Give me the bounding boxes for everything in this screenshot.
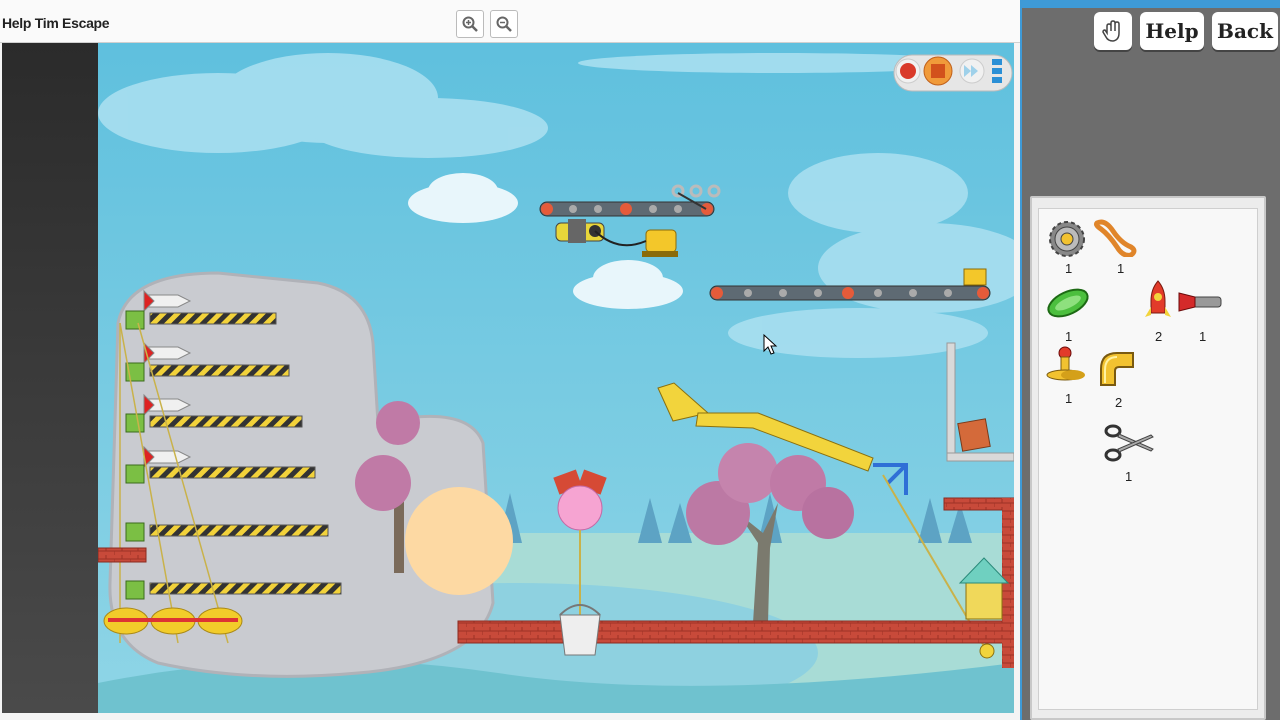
part-count: 1: [1065, 261, 1073, 276]
speed-bars-icon: [992, 59, 1002, 83]
part-flashlight[interactable]: 1: [1175, 279, 1235, 344]
stop-button: [923, 56, 953, 86]
small-brick-ledge: [98, 547, 147, 563]
conveyor-right: [709, 285, 991, 301]
part-count: 1: [1199, 329, 1207, 344]
part-rope[interactable]: 1: [1091, 217, 1151, 276]
rocket-icon: [1145, 280, 1171, 317]
bellows-icon: [1046, 346, 1085, 381]
playback-controls: [893, 54, 1013, 92]
scissors-icon: [1104, 424, 1154, 462]
stop-icon: [931, 64, 945, 78]
help-button[interactable]: Help: [1140, 12, 1204, 50]
small-box: [963, 268, 987, 286]
pipe-horizontal: [946, 452, 1014, 462]
hand-icon: [1102, 20, 1120, 42]
part-count: 2: [1115, 395, 1123, 410]
window-title: Help Tim Escape: [2, 15, 110, 31]
puzzle-scene[interactable]: [98, 43, 1014, 713]
part-count: 1: [1065, 391, 1073, 406]
pipe-vertical: [946, 342, 956, 454]
part-count: 2: [1155, 329, 1163, 344]
part-trampoline[interactable]: 1: [1045, 283, 1105, 344]
part-scissors[interactable]: 1: [1101, 421, 1161, 484]
game-window: Help Tim Escape: [0, 0, 1022, 720]
zoom-in-icon: [462, 16, 478, 32]
part-pipe-elbow[interactable]: 2: [1095, 345, 1155, 410]
hand-button[interactable]: [1094, 12, 1132, 50]
parts-bin: 1 1 1 2 1 1 2 1: [1030, 196, 1266, 720]
back-button[interactable]: Back: [1212, 12, 1278, 50]
record-button: [895, 58, 921, 84]
brick-floor: [457, 620, 1014, 644]
record-icon: [900, 63, 916, 79]
gear-icon: [1049, 221, 1085, 257]
blimps: [103, 607, 243, 635]
stage-left-margin: [2, 43, 98, 713]
part-count: 1: [1117, 261, 1125, 276]
conveyor-top: [539, 201, 715, 217]
zoom-in-button[interactable]: [456, 10, 484, 38]
motor: [642, 229, 678, 257]
title-bar: Help Tim Escape: [0, 0, 1020, 43]
fan: [555, 219, 605, 243]
zoom-out-icon: [496, 16, 512, 32]
fast-forward-button: [959, 58, 985, 84]
parts-bin-inner: 1 1 1 2 1 1 2 1: [1038, 208, 1258, 710]
pipe-elbow-icon: [1100, 352, 1134, 386]
flashlight-icon: [1178, 292, 1222, 312]
part-count: 1: [1125, 469, 1133, 484]
game-stage: [2, 43, 1014, 713]
pulley: [979, 643, 995, 659]
rope-icon: [1094, 219, 1137, 257]
trampoline-icon: [1047, 288, 1089, 318]
tim-crate: [957, 418, 991, 452]
accent-stripe: [1020, 0, 1280, 8]
part-count: 1: [1065, 329, 1073, 344]
big-ball: [405, 487, 513, 595]
zoom-out-button[interactable]: [490, 10, 518, 38]
